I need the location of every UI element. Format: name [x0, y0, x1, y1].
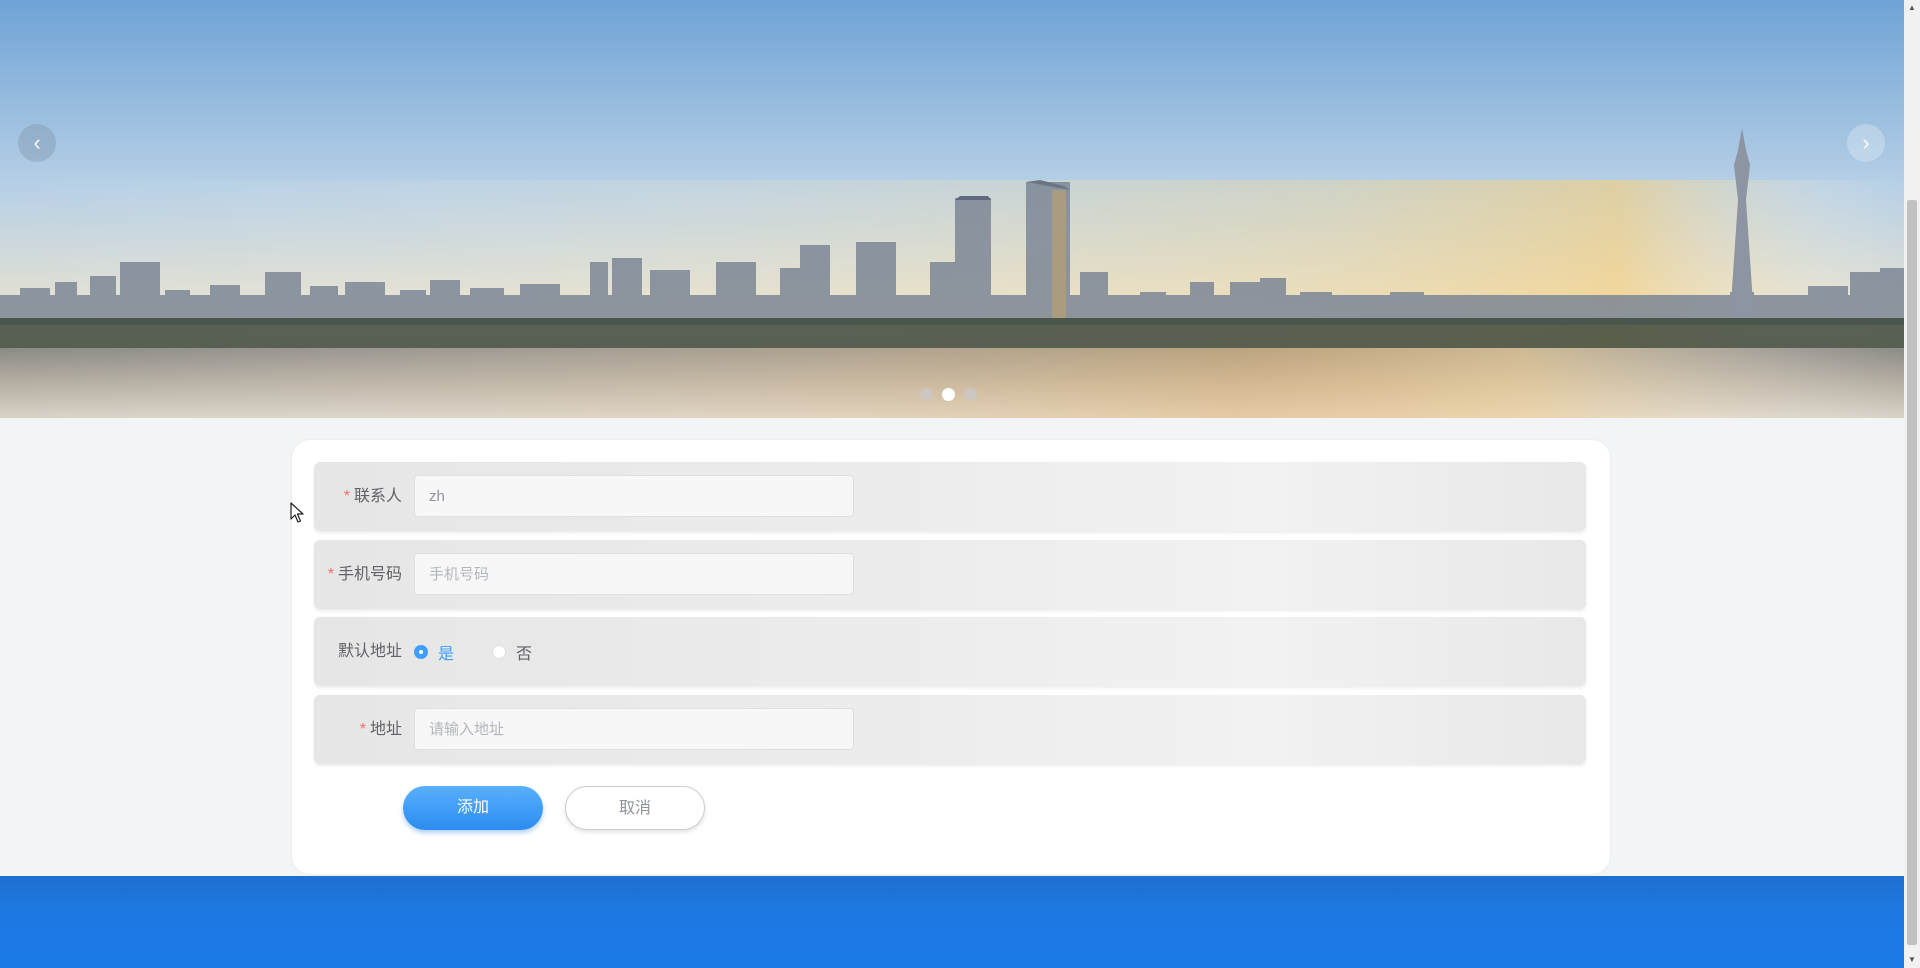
carousel-next-button[interactable]: ›	[1847, 124, 1885, 162]
chevron-left-icon: ‹	[33, 130, 41, 155]
address-input[interactable]	[414, 708, 854, 750]
phone-row: * 手机号码	[314, 540, 1586, 609]
cancel-button[interactable]: 取消	[565, 786, 705, 830]
add-button[interactable]: 添加	[403, 786, 543, 830]
page: ‹ › *联系人 *手机号码 默认地址	[0, 0, 1920, 968]
address-label: * 地址	[359, 721, 402, 738]
carousel-dot-2[interactable]	[942, 388, 955, 401]
scroll-thumb[interactable]	[1907, 200, 1917, 945]
banner-carousel: ‹ ›	[0, 0, 1904, 418]
page-scrollbar[interactable]: ▲ ▼	[1904, 0, 1920, 968]
default-address-radio-group: 是 否	[414, 617, 570, 686]
address-row: * 地址	[314, 695, 1586, 764]
contact-input[interactable]	[414, 475, 854, 517]
required-mark: *	[359, 721, 366, 738]
radio-unchecked-icon	[492, 644, 507, 659]
address-form-card: *联系人 *手机号码 默认地址 是 否	[292, 440, 1610, 874]
default-address-no-radio[interactable]: 否	[492, 640, 532, 664]
city-skyline-image	[0, 0, 1904, 418]
carousel-prev-button[interactable]: ‹	[18, 124, 56, 162]
footer-bar	[0, 876, 1904, 968]
default-address-label: 默认地址	[337, 643, 402, 660]
required-mark: *	[343, 488, 350, 505]
mouse-pointer-icon	[290, 502, 304, 523]
carousel-dot-3[interactable]	[964, 388, 977, 401]
scroll-down-icon[interactable]: ▼	[1904, 952, 1920, 968]
chevron-right-icon: ›	[1862, 130, 1870, 155]
required-mark: *	[327, 566, 334, 583]
default-address-yes-radio[interactable]: 是	[414, 640, 454, 664]
phone-input[interactable]	[414, 553, 854, 595]
phone-label: * 手机号码	[327, 566, 402, 583]
radio-checked-icon	[414, 644, 428, 659]
carousel-indicators	[920, 388, 977, 401]
default-address-row: 默认地址 是 否	[314, 617, 1586, 686]
carousel-dot-1[interactable]	[920, 388, 933, 401]
contact-label: * 联系人	[343, 488, 402, 505]
contact-row: * 联系人	[314, 462, 1586, 531]
scroll-up-icon[interactable]: ▲	[1904, 0, 1920, 16]
